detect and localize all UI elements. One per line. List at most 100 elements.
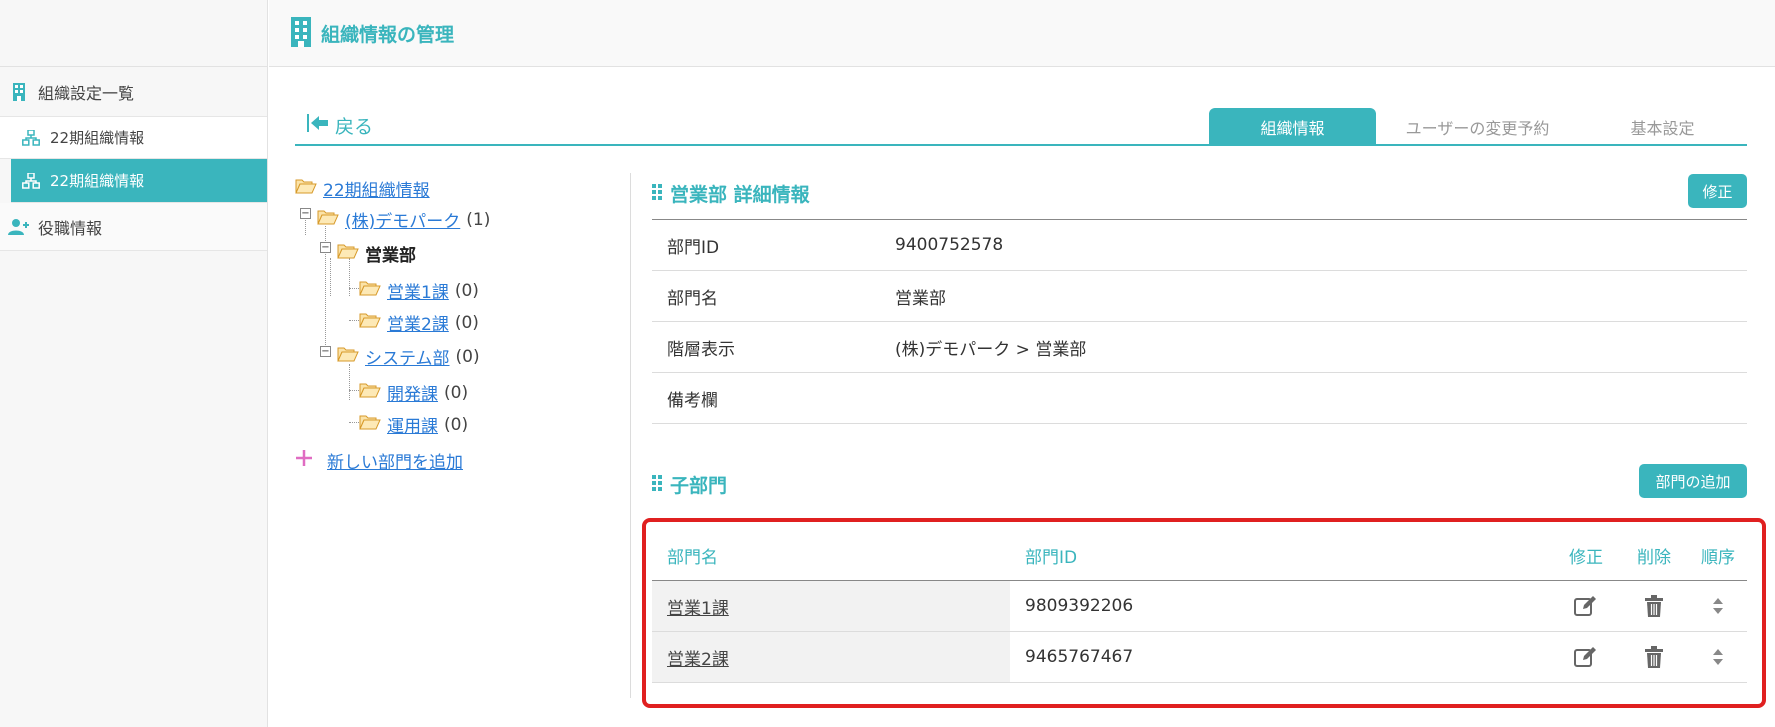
detail-table: 部門ID 9400752578 部門名 営業部 階層表示 (株)デモパーク > … — [652, 219, 1747, 424]
folder-open-icon — [337, 346, 359, 367]
add-child-department-button[interactable]: 部門の追加 — [1639, 464, 1747, 498]
column-header-name: 部門名 — [667, 547, 718, 568]
cell-id: 9809392206 — [1025, 596, 1134, 616]
grip-icon — [652, 474, 662, 496]
table-row: 営業1課 9809392206 — [652, 581, 1747, 632]
tree-node-link[interactable]: (株)デモパーク — [345, 207, 460, 232]
detail-key: 部門名 — [667, 288, 718, 309]
edit-icon[interactable] — [1553, 646, 1619, 668]
tree-node-dev[interactable]: 開発課 (0) — [359, 380, 468, 405]
children-title-text: 子部門 — [670, 475, 728, 497]
tree-connector — [330, 258, 331, 296]
sidebar-item-label: 22期組織情報 — [50, 172, 145, 190]
tab-underline — [295, 144, 1747, 146]
child-department-link[interactable]: 営業1課 — [667, 594, 729, 619]
user-plus-icon — [8, 217, 30, 237]
add-department-link[interactable]: 新しい部門を追加 — [295, 448, 463, 473]
sidebar-item-label: 役職情報 — [38, 218, 103, 238]
header-bar: 組織情報の管理 — [269, 0, 1775, 67]
tree-node-count: (0) — [454, 312, 479, 333]
tab-org-info[interactable]: 組織情報 — [1209, 108, 1376, 145]
tree-node-link[interactable]: 開発課 — [387, 380, 438, 405]
tree-node-link[interactable]: 営業1課 — [387, 278, 449, 303]
sidebar: 組織設定一覧 22期組織情報 22期組織情報 役職情報 — [0, 0, 268, 727]
tab-user-reservations[interactable]: ユーザーの変更予約 — [1390, 108, 1565, 145]
tree-node-count: (0) — [455, 346, 480, 367]
tree-node-system-dept[interactable]: システム部 (0) — [337, 344, 480, 369]
folder-open-icon — [359, 312, 381, 333]
tab-basic-settings[interactable]: 基本設定 — [1590, 108, 1735, 145]
org-chart-icon — [20, 128, 42, 148]
tree-node-count: (1) — [466, 209, 491, 230]
sidebar-header-label: 組織設定一覧 — [38, 83, 135, 103]
sidebar-item-org-info-active[interactable]: 22期組織情報 — [11, 159, 267, 203]
back-link[interactable]: 戻る — [307, 112, 373, 139]
cell-name: 営業1課 — [652, 581, 1010, 631]
sort-icon[interactable] — [1689, 597, 1747, 615]
detail-key: 階層表示 — [667, 339, 735, 360]
grip-icon — [652, 183, 662, 205]
column-header-id: 部門ID — [1025, 547, 1078, 568]
tree-node-company[interactable]: (株)デモパーク (1) — [317, 207, 490, 232]
tree-node-sales-dept[interactable]: 営業部 — [337, 241, 416, 266]
back-arrow-icon — [307, 113, 329, 138]
tree-root-link[interactable]: 22期組織情報 — [323, 176, 430, 201]
edit-icon[interactable] — [1553, 595, 1619, 617]
tree-connector — [349, 364, 350, 400]
tree-node-sales2[interactable]: 営業2課 (0) — [359, 310, 479, 335]
tree-collapse-toggle[interactable]: − — [320, 346, 331, 357]
folder-open-icon — [359, 414, 381, 435]
cell-id: 9465767467 — [1025, 647, 1134, 667]
detail-title-text: 営業部 詳細情報 — [670, 184, 810, 206]
tree-node-link[interactable]: 運用課 — [387, 412, 438, 437]
sidebar-header[interactable]: 組織設定一覧 — [0, 67, 267, 117]
tree-node-count: (0) — [454, 280, 479, 301]
tree-root[interactable]: 22期組織情報 — [295, 176, 430, 201]
folder-open-icon — [317, 209, 339, 230]
detail-row: 部門名 営業部 — [652, 271, 1747, 322]
tree-collapse-toggle[interactable]: − — [300, 208, 311, 219]
folder-open-icon — [359, 382, 381, 403]
tree-node-selected-label: 営業部 — [365, 246, 416, 266]
building-icon — [8, 82, 30, 102]
detail-key: 部門ID — [667, 237, 720, 258]
children-table-header: 部門名 部門ID 修正 削除 順序 — [652, 530, 1747, 581]
children-section-title: 子部門 — [652, 471, 727, 498]
tree-node-count: (0) — [444, 382, 469, 403]
column-header-order: 順序 — [1701, 547, 1735, 568]
sidebar-top — [0, 0, 267, 67]
children-table: 部門名 部門ID 修正 削除 順序 営業1課 9809392206 営業2課 9… — [652, 530, 1747, 683]
detail-section-title: 営業部 詳細情報 — [652, 180, 810, 207]
detail-value: (株)デモパーク > 営業部 — [895, 339, 1087, 360]
tree-collapse-toggle[interactable]: − — [320, 242, 331, 253]
detail-key: 備考欄 — [667, 390, 718, 411]
detail-value: 9400752578 — [895, 235, 1004, 255]
detail-row: 備考欄 — [652, 373, 1747, 424]
sidebar-item-positions[interactable]: 役職情報 — [0, 203, 267, 251]
add-department-label[interactable]: 新しい部門を追加 — [327, 448, 463, 473]
page-title: 組織情報の管理 — [321, 24, 455, 46]
detail-value: 営業部 — [895, 288, 946, 309]
tree-node-link[interactable]: 営業2課 — [387, 310, 449, 335]
table-row: 営業2課 9465767467 — [652, 632, 1747, 683]
child-department-link[interactable]: 営業2課 — [667, 645, 729, 670]
tree-node-sales1[interactable]: 営業1課 (0) — [359, 278, 479, 303]
folder-open-icon — [359, 280, 381, 301]
folder-open-icon — [295, 178, 317, 199]
tree-node-link[interactable]: システム部 — [365, 344, 450, 369]
column-header-delete: 削除 — [1637, 547, 1671, 568]
panel-divider — [630, 173, 631, 698]
folder-open-icon — [337, 243, 359, 264]
detail-row: 部門ID 9400752578 — [652, 220, 1747, 271]
edit-department-button[interactable]: 修正 — [1688, 174, 1747, 208]
sort-icon[interactable] — [1689, 648, 1747, 666]
tree-node-ops[interactable]: 運用課 (0) — [359, 412, 468, 437]
detail-row: 階層表示 (株)デモパーク > 営業部 — [652, 322, 1747, 373]
back-label: 戻る — [335, 116, 374, 138]
tree-node-count: (0) — [444, 414, 469, 435]
org-chart-icon — [20, 171, 42, 191]
trash-icon[interactable] — [1619, 595, 1689, 617]
trash-icon[interactable] — [1619, 646, 1689, 668]
sidebar-item-org-info[interactable]: 22期組織情報 — [0, 117, 267, 159]
sidebar-item-label: 22期組織情報 — [50, 129, 145, 147]
